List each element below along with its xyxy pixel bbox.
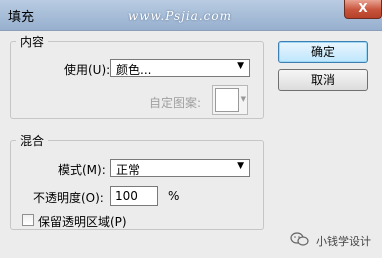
preserve-transparency-label[interactable]: 保留透明区域(P): [38, 213, 127, 230]
chevron-down-icon: ▼: [237, 161, 244, 171]
custom-pattern-label: 自定图案:: [149, 96, 202, 110]
mode-dropdown[interactable]: 正常 ▼: [110, 159, 250, 177]
ok-button[interactable]: 确定: [278, 41, 368, 63]
use-dropdown[interactable]: 颜色... ▼: [110, 59, 250, 77]
chevron-down-icon: ▼: [240, 95, 246, 103]
close-button[interactable]: X: [344, 0, 382, 19]
mode-value: 正常: [116, 163, 141, 177]
dialog-body: 内容 使用(U): 颜色... ▼ 自定图案: ▼ 混合 模式(M): 正常 ▼…: [0, 31, 382, 258]
close-icon: X: [358, 1, 368, 15]
watermark-text: www.Psjia.com: [128, 9, 232, 23]
opacity-label: 不透明度(O):: [33, 191, 104, 205]
title-bar: 填充 www.Psjia.com X: [0, 0, 382, 31]
use-value: 颜色...: [116, 63, 152, 77]
blending-legend: 混合: [20, 134, 45, 148]
cancel-label: 取消: [310, 73, 335, 87]
branding-text: 小钱学设计: [316, 235, 371, 248]
wechat-icon: [290, 232, 309, 246]
opacity-unit: %: [168, 189, 180, 203]
opacity-value: 100: [115, 189, 138, 203]
pattern-swatch: [215, 88, 239, 112]
window-title: 填充: [8, 10, 35, 25]
mode-label: 模式(M):: [58, 163, 106, 177]
opacity-input[interactable]: 100: [110, 186, 158, 206]
contents-legend: 内容: [20, 35, 45, 49]
chevron-down-icon: ▼: [237, 61, 244, 71]
custom-pattern-picker[interactable]: ▼: [212, 85, 248, 115]
ok-label: 确定: [310, 45, 335, 59]
use-label: 使用(U):: [64, 63, 111, 77]
preserve-transparency-checkbox[interactable]: [22, 214, 34, 226]
cancel-button[interactable]: 取消: [278, 69, 368, 91]
